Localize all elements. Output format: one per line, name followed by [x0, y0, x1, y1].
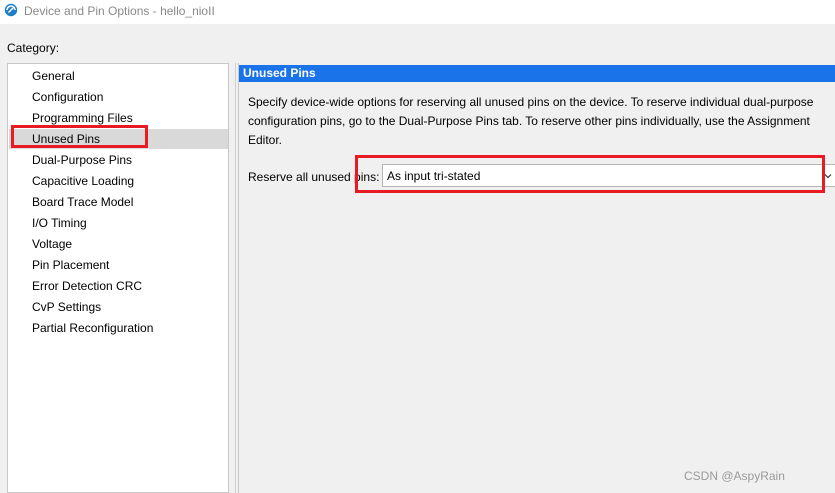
category-item-board-trace-model[interactable]: Board Trace Model	[9, 192, 228, 212]
category-item-io-timing[interactable]: I/O Timing	[9, 213, 228, 233]
panel-description: Specify device-wide options for reservin…	[248, 95, 814, 147]
category-item-error-detection-crc[interactable]: Error Detection CRC	[9, 276, 228, 296]
panel-header: Unused Pins	[239, 65, 835, 82]
category-item-dual-purpose-pins[interactable]: Dual-Purpose Pins	[9, 150, 228, 170]
category-item-programming-files[interactable]: Programming Files	[9, 108, 228, 128]
category-item-partial-reconfiguration[interactable]: Partial Reconfiguration	[9, 318, 228, 338]
watermark: CSDN @AspyRain	[684, 469, 785, 483]
reserve-unused-pins-label: Reserve all unused pins:	[248, 170, 380, 184]
category-item-voltage[interactable]: Voltage	[9, 234, 228, 254]
title-bar: Device and Pin Options - hello_nioII	[0, 0, 835, 24]
reserve-unused-pins-value: As input tri-stated	[387, 169, 481, 183]
category-item-capacitive-loading[interactable]: Capacitive Loading	[9, 171, 228, 191]
category-item-cvp-settings[interactable]: CvP Settings	[9, 297, 228, 317]
window-title: Device and Pin Options - hello_nioII	[24, 4, 215, 18]
reserve-unused-pins-select[interactable]: As input tri-stated	[382, 164, 835, 187]
category-item-pin-placement[interactable]: Pin Placement	[9, 255, 228, 275]
category-item-configuration[interactable]: Configuration	[9, 87, 228, 107]
category-item-unused-pins[interactable]: Unused Pins	[9, 129, 228, 149]
panel-divider	[235, 63, 236, 493]
options-panel: Unused Pins Specify device-wide options …	[238, 63, 835, 493]
quartus-app-icon	[4, 3, 18, 17]
category-list[interactable]: General Configuration Programming Files …	[7, 63, 229, 493]
category-item-general[interactable]: General	[9, 66, 228, 86]
dialog-window: Device and Pin Options - hello_nioII Cat…	[0, 0, 835, 493]
category-label: Category:	[7, 41, 60, 55]
chevron-down-icon	[824, 174, 832, 179]
